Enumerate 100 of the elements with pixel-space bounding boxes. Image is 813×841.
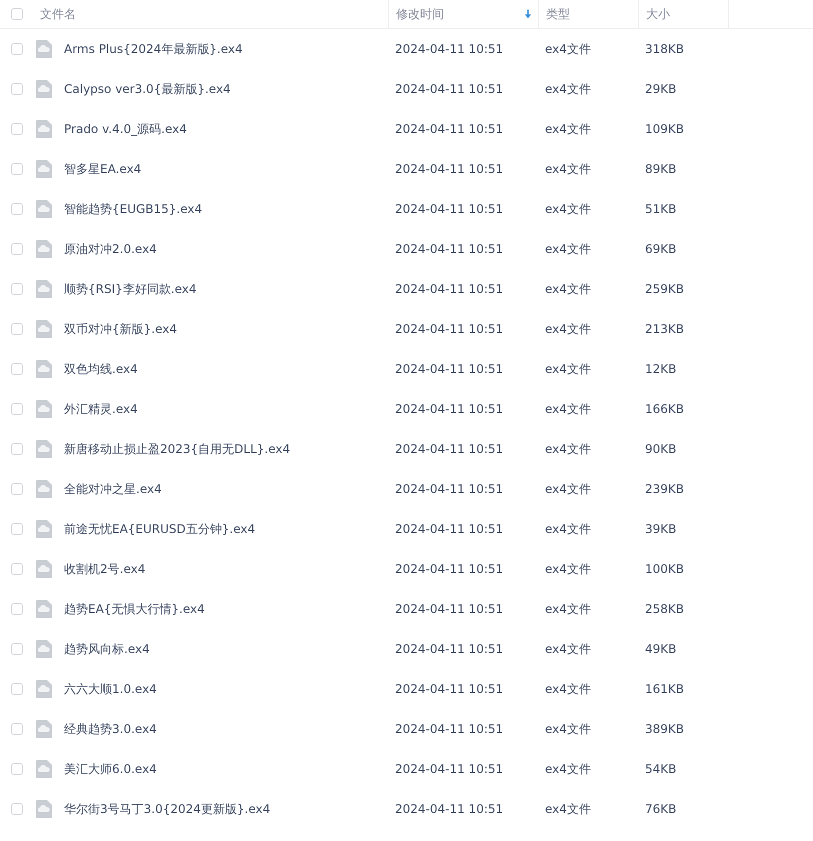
table-cell: ex4文件 [545,242,591,256]
table-cell: 39KB [645,522,676,536]
table-cell: ex4文件 [545,202,591,216]
file-name[interactable]: 趋势风向标.ex4 [64,640,150,658]
file-icon [36,320,52,338]
table-cell: ex4文件 [545,162,591,176]
checkbox[interactable] [10,123,22,135]
file-name[interactable]: Calypso ver3.0{最新版}.ex4 [64,80,231,98]
table-cell: 2024-04-11 10:51 [395,762,504,776]
file-name[interactable]: 新唐移动止损止盈2023{自用无DLL}.ex4 [64,440,290,458]
checkbox[interactable] [10,323,22,335]
file-name[interactable]: 外汇精灵.ex4 [64,400,138,418]
file-icon [36,400,52,418]
checkbox[interactable] [10,803,22,815]
sort-arrow-icon[interactable] [524,9,532,19]
table-cell: 166KB [645,402,684,416]
checkbox[interactable] [10,8,22,20]
file-icon [36,680,52,698]
table-cell: 76KB [645,802,676,816]
table-cell: ex4文件 [545,642,591,656]
file-icon [36,480,52,498]
table-cell: 49KB [645,642,676,656]
file-name[interactable]: 全能对冲之星.ex4 [64,480,162,498]
table-cell: 2024-04-11 10:51 [395,82,504,96]
table-cell: ex4文件 [545,82,591,96]
checkbox[interactable] [10,163,22,175]
table-cell: ex4文件 [545,762,591,776]
table-cell: 12KB [645,362,676,376]
table-cell: 2024-04-11 10:51 [395,482,504,496]
file-icon [36,600,52,618]
table-cell: 100KB [645,562,684,576]
file-name[interactable]: 收割机2号.ex4 [64,560,146,578]
checkbox[interactable] [10,43,22,55]
table-cell: 2024-04-11 10:51 [395,602,504,616]
file-name[interactable]: 双币对冲{新版}.ex4 [64,320,177,338]
table-cell: ex4文件 [545,402,591,416]
table-cell: ex4文件 [545,362,591,376]
checkbox[interactable] [10,443,22,455]
file-name[interactable]: 前途无忧EA{EURUSD五分钟}.ex4 [64,520,256,538]
file-name[interactable]: 趋势EA{无惧大行情}.ex4 [64,600,205,618]
checkbox[interactable] [10,603,22,615]
table-cell: ex4文件 [545,122,591,136]
table-cell: 2024-04-11 10:51 [395,322,504,336]
file-name[interactable]: 双色均线.ex4 [64,360,138,378]
table-cell: 2024-04-11 10:51 [395,282,504,296]
file-name[interactable]: 原油对冲2.0.ex4 [64,240,157,258]
file-name[interactable]: 智多星EA.ex4 [64,160,142,178]
file-icon [36,80,52,98]
table-cell: ex4文件 [545,602,591,616]
table-cell: 2024-04-11 10:51 [395,522,504,536]
table-cell: 2024-04-11 10:51 [395,202,504,216]
table-cell: 2024-04-11 10:51 [395,162,504,176]
table-cell: 2024-04-11 10:51 [395,442,504,456]
table-cell: 109KB [645,122,684,136]
checkbox[interactable] [10,283,22,295]
file-name[interactable]: 华尔街3号马丁3.0{2024更新版}.ex4 [64,800,270,818]
table-cell: 29KB [645,82,676,96]
table-cell: 2024-04-11 10:51 [395,402,504,416]
table-cell: 89KB [645,162,676,176]
table-cell: 213KB [645,322,684,336]
table-cell: 161KB [645,682,684,696]
table-cell: 2024-04-11 10:51 [395,562,504,576]
file-icon [36,560,52,578]
file-icon [36,640,52,658]
checkbox[interactable] [10,403,22,415]
checkbox[interactable] [10,363,22,375]
file-icon [36,800,52,818]
file-icon [36,200,52,218]
table-cell: 54KB [645,762,676,776]
file-icon [36,240,52,258]
file-name[interactable]: 经典趋势3.0.ex4 [64,720,157,738]
table-cell: 2024-04-11 10:51 [395,802,504,816]
table-cell: 69KB [645,242,676,256]
table-cell: ex4文件 [545,442,591,456]
checkbox[interactable] [10,83,22,95]
table-cell: 318KB [645,42,684,56]
table-cell: 2024-04-11 10:51 [395,122,504,136]
table-cell: ex4文件 [545,482,591,496]
checkbox[interactable] [10,203,22,215]
file-name[interactable]: 顺势{RSI}李好同款.ex4 [64,280,196,298]
checkbox[interactable] [10,563,22,575]
checkbox[interactable] [10,243,22,255]
checkbox[interactable] [10,643,22,655]
file-name[interactable]: Arms Plus{2024年最新版}.ex4 [64,40,243,58]
checkbox[interactable] [10,523,22,535]
table-cell: ex4文件 [545,42,591,56]
file-name[interactable]: 美汇大师6.0.ex4 [64,760,157,778]
file-name[interactable]: 六六大顺1.0.ex4 [64,680,157,698]
table-cell: ex4文件 [545,802,591,816]
file-icon [36,120,52,138]
table-cell: 2024-04-11 10:51 [395,642,504,656]
file-name[interactable]: Prado v.4.0_源码.ex4 [64,120,187,138]
checkbox[interactable] [10,763,22,775]
table-cell: ex4文件 [545,722,591,736]
file-name[interactable]: 智能趋势{EUGB15}.ex4 [64,200,202,218]
checkbox[interactable] [10,683,22,695]
table-cell: 258KB [645,602,684,616]
checkbox[interactable] [10,723,22,735]
file-icon [36,160,52,178]
checkbox[interactable] [10,483,22,495]
